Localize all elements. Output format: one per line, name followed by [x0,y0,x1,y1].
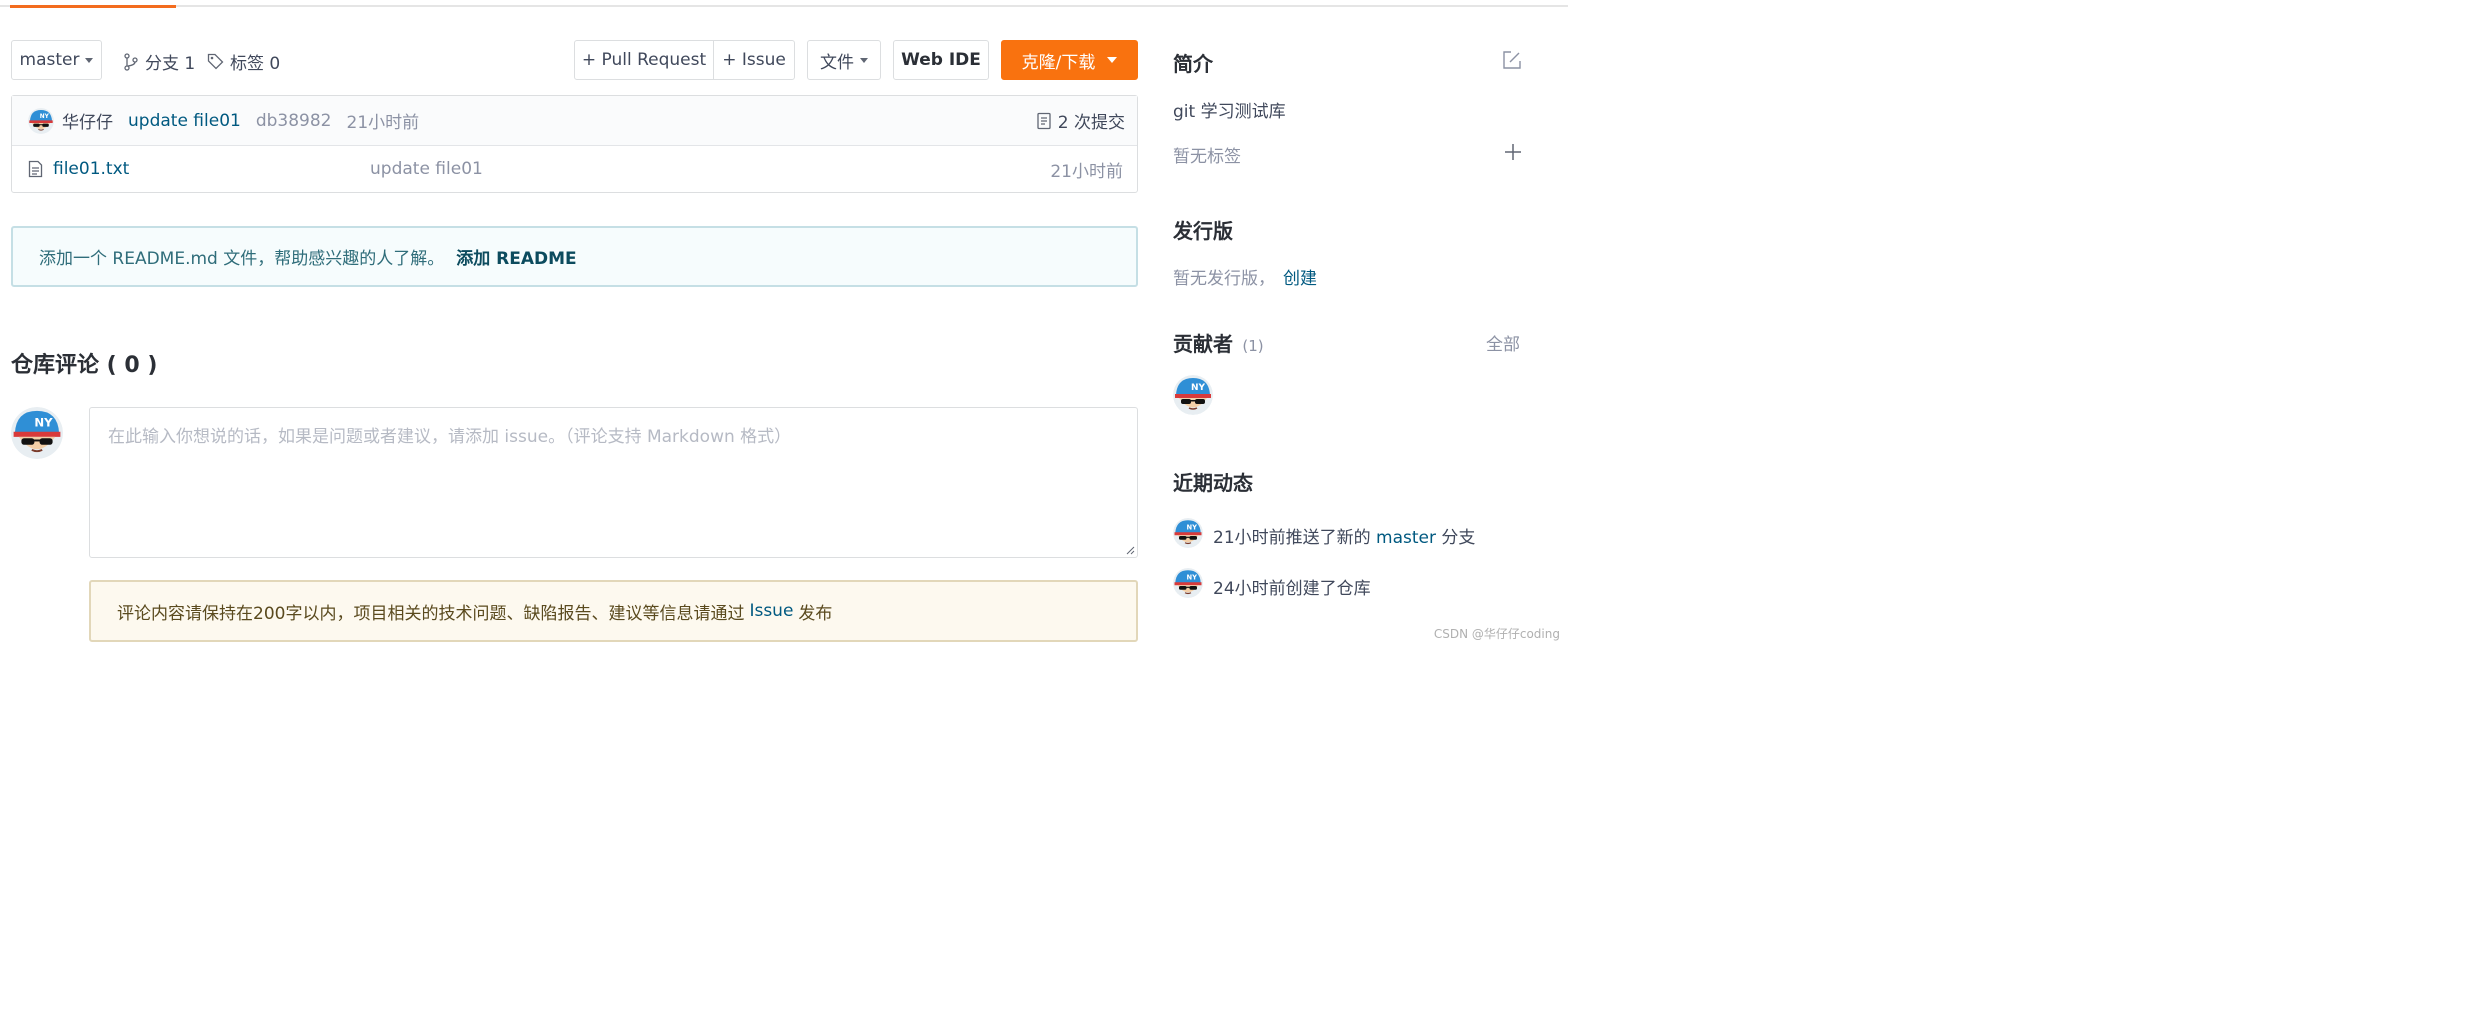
contributor-avatar[interactable] [1173,375,1213,415]
commit-count-link[interactable]: 2 次提交 [1036,96,1125,145]
add-readme-link[interactable]: 添加 README [456,244,576,269]
edit-icon[interactable] [1502,50,1522,70]
chevron-down-icon [860,57,868,63]
file-list: 华仔仔 update file01 db38982 21小时前 2 次提交 fi… [11,95,1138,193]
activity-avatar[interactable] [1173,518,1203,548]
comment-rules-notice: 评论内容请保持在200字以内，项目相关的技术问题、缺陷报告、建议等信息请通过 I… [89,580,1138,642]
activity-text-tail: 分支 [1441,528,1476,548]
comments-title: 仓库评论 ( 0 ) [11,353,158,378]
repo-description: git 学习测试库 [1173,102,1286,122]
watermark: CSDN @华仔仔coding [1433,627,1560,641]
contributors-header: 贡献者 (1) [1173,328,1264,357]
readme-hint: 添加一个 README.md 文件，帮助感兴趣的人了解。 [39,249,445,269]
activity-branch-link[interactable]: master [1376,528,1436,548]
issue-button[interactable]: + Issue [713,40,795,80]
commit-time: 21小时前 [346,113,420,133]
clone-download-label: 克隆/下载 [1021,52,1096,73]
activity-item: 21小时前推送了新的 master 分支 [1213,523,1475,548]
commit-info: 华仔仔 update file01 db38982 21小时前 [62,96,419,145]
contributors-title: 贡献者 [1173,332,1233,356]
pull-request-button[interactable]: + Pull Request [574,40,714,80]
chevron-down-icon [1107,57,1118,63]
branches-label: 分支 1 [145,54,196,74]
web-ide-button[interactable]: Web IDE [893,40,989,80]
clone-download-button[interactable]: 克隆/下载 [1001,40,1138,80]
file-commit-time: 21小时前 [1050,161,1123,182]
no-release-text: 暂无发行版， [1173,269,1275,289]
commit-message[interactable]: update file01 [128,111,241,131]
file-row: file01.txt update file01 21小时前 [12,145,1137,193]
notice-text: 评论内容请保持在200字以内，项目相关的技术问题、缺陷报告、建议等信息请通过 [117,603,745,624]
user-avatar[interactable] [11,407,63,459]
commit-count: 2 次提交 [1057,113,1125,133]
commits-icon [1037,112,1051,129]
git-branch-icon [124,52,138,71]
branches-link[interactable]: 分支 1 [123,49,195,74]
tag-icon [207,53,224,70]
progress-indicator [10,5,176,8]
activity-item: 24小时前创建了仓库 [1213,574,1371,599]
author-avatar[interactable] [28,108,54,134]
create-release-link[interactable]: 创建 [1283,269,1317,289]
resize-handle-icon[interactable] [1125,545,1135,555]
tags-label: 标签 0 [230,54,281,74]
all-contributors-link[interactable]: 全部 [1486,330,1520,355]
tags-link[interactable]: 标签 0 [207,49,280,74]
comment-input[interactable]: 在此输入你想说的话，如果是问题或者建议，请添加 issue。（评论支持 Mark… [89,407,1138,558]
page-progress-line [0,5,1568,8]
commit-author[interactable]: 华仔仔 [62,108,113,133]
pull-request-label: + Pull Request [581,50,707,70]
commit-hash[interactable]: db38982 [256,111,332,131]
web-ide-label: Web IDE [901,50,981,70]
add-tag-icon[interactable] [1504,143,1522,161]
notice-tail: 发布 [798,603,833,624]
file-commit-message[interactable]: update file01 [370,145,483,193]
branch-select[interactable]: master [11,40,102,80]
activity-title: 近期动态 [1173,471,1253,495]
files-dropdown[interactable]: 文件 [807,40,881,80]
chevron-down-icon [85,57,94,63]
file-name-link[interactable]: file01.txt [53,159,129,179]
releases-info: 暂无发行版， 创建 [1173,264,1317,289]
issue-link[interactable]: Issue [749,601,793,621]
issue-label: + Issue [722,50,786,70]
intro-title: 简介 [1173,52,1213,76]
branch-select-label: master [19,50,80,70]
no-tags-text: 暂无标签 [1173,147,1241,167]
readme-banner: 添加一个 README.md 文件，帮助感兴趣的人了解。 添加 README [11,226,1138,287]
activity-text: 24小时前创建了仓库 [1213,579,1371,599]
activity-avatar[interactable] [1173,568,1203,598]
latest-commit-row: 华仔仔 update file01 db38982 21小时前 2 次提交 [12,96,1137,146]
releases-title: 发行版 [1173,219,1233,243]
comment-placeholder: 在此输入你想说的话，如果是问题或者建议，请添加 issue。（评论支持 Mark… [108,427,792,447]
contributors-count: (1) [1242,337,1264,355]
activity-text: 21小时前推送了新的 [1213,528,1371,548]
file-icon [28,160,43,178]
files-label: 文件 [820,52,854,73]
